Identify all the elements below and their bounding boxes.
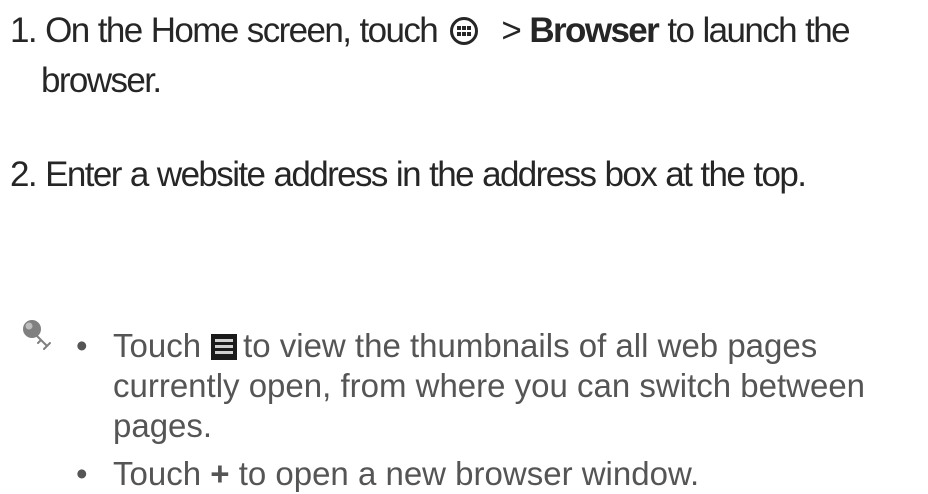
step-1-number: 1. [10,11,38,50]
step-1-text: On the Home screen, touch [45,11,439,50]
tip-2-text: Touch [113,455,202,492]
plus-symbol: + [210,455,230,492]
tips-list: • Touch to view the thumbnails of all web… [70,326,915,494]
tip-item: • Touch + to open a new browser window. [70,454,915,494]
tip-key-icon [23,320,51,350]
apps-icon [450,17,479,45]
tip-1-line-1: Touch to view the thumbnails of all web p… [113,326,915,366]
step-1: 1. On the Home screen, touch > Browser t… [10,6,920,106]
bullet: • [76,455,88,492]
tip-item: • Touch to view the thumbnails of all web… [70,326,915,446]
tip-1-line-2: currently open, from where you can switc… [113,367,866,404]
step-2-text: Enter a website address in the address b… [45,155,807,194]
tabs-icon [211,334,238,360]
step-2: 2. Enter a website address in the addres… [10,150,920,200]
tip-1-line-3: pages. [113,407,213,444]
menu-separator: > [501,11,521,50]
bullet: • [76,327,88,364]
tip-1-text: Touch [113,327,202,364]
tip-2-text-after: to open a new browser window. [238,455,700,492]
step-1-continuation: browser. [41,61,162,100]
step-2-number: 2. [10,155,38,194]
browser-app-label: Browser [529,11,659,50]
tip-1-text-after: to view the thumbnails of all web pages [243,327,818,364]
step-1-text-after: to launch the [667,11,850,50]
